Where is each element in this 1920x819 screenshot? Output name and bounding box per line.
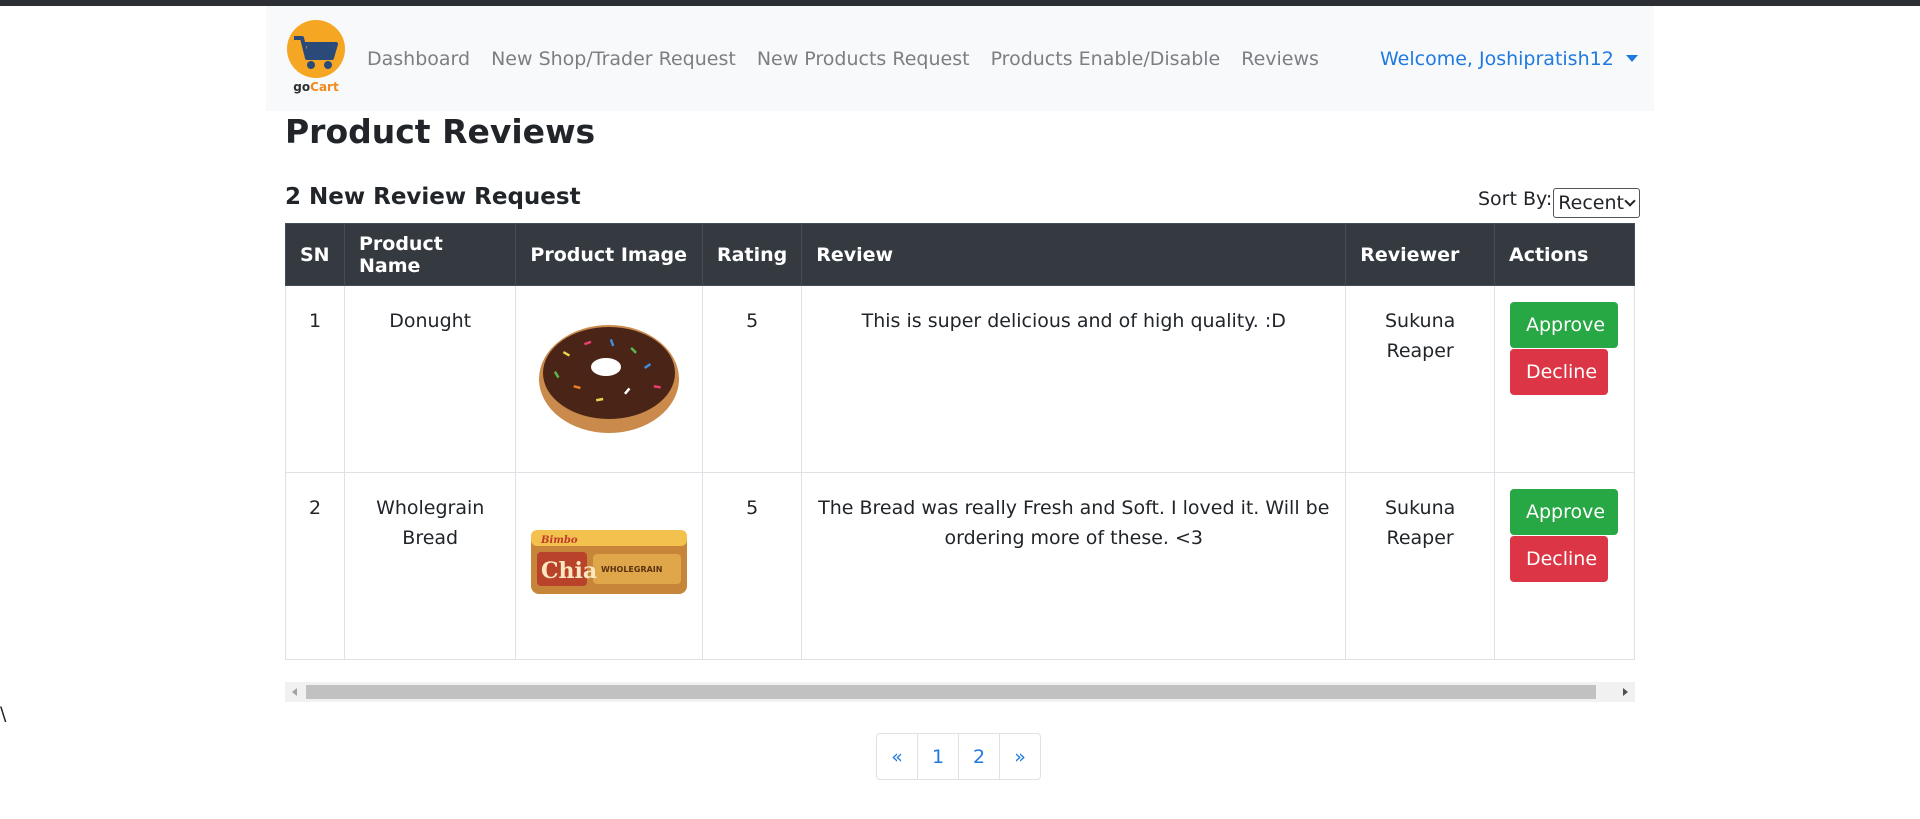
cell-product-image [515,285,704,473]
cell-rating: 5 [702,472,803,660]
horizontal-scrollbar[interactable] [285,682,1635,702]
page-previous[interactable]: « [876,733,918,780]
decline-button[interactable]: Decline [1509,349,1608,395]
cell-sn: 2 [285,472,345,660]
table-row: 1 Donught 5 This is super delicious and … [285,285,1636,473]
nav-link-dashboard[interactable]: Dashboard [367,48,470,70]
header-sn: SN [285,223,345,286]
donut-image [539,324,680,433]
gocart-logo[interactable]: goCart [286,20,346,98]
cell-sn: 1 [285,285,345,473]
bread-label-text: Chia [541,558,597,584]
stray-backslash-text: \ [0,703,7,725]
nav-link-products-enable-disable[interactable]: Products Enable/Disable [991,48,1221,70]
cell-product-name: Wholegrain Bread [343,472,517,660]
cell-product-name: Donught [343,285,517,473]
page-next[interactable]: » [999,733,1041,780]
decline-button[interactable]: Decline [1509,536,1608,582]
table-row: 2 Wholegrain Bread Bimbo Chia WHOLEGRAIN… [285,472,1636,660]
navbar: goCart Dashboard New Shop/Trader Request… [266,6,1654,111]
page-title: Product Reviews [285,112,596,151]
sort-select[interactable]: Recent [1553,188,1641,218]
review-count-heading: 2 New Review Request [285,184,581,210]
scroll-left-arrow-icon[interactable] [292,688,297,696]
chevron-down-icon [1624,195,1636,207]
welcome-text: Welcome, Joshipratish12 [1380,47,1614,70]
bread-image: Bimbo Chia WHOLEGRAIN [531,529,688,594]
bread-brand-text: Bimbo [540,535,578,546]
header-product-name: Product Name [343,223,517,286]
header-rating: Rating [702,223,803,286]
cell-actions: Approve Decline [1493,285,1636,473]
nav-links: Dashboard New Shop/Trader Request New Pr… [367,6,1340,111]
page-1[interactable]: 1 [917,733,959,780]
header-product-image: Product Image [515,223,704,286]
cell-reviewer: Sukuna Reaper [1345,472,1495,660]
scrollbar-thumb[interactable] [306,685,1596,699]
approve-button[interactable]: Approve [1509,489,1618,535]
caret-down-icon [1625,55,1638,62]
cart-icon [294,36,338,69]
cell-review: This is super delicious and of high qual… [801,285,1347,473]
table-header-row: SN Product Name Product Image Rating Rev… [285,223,1636,286]
nav-link-reviews[interactable]: Reviews [1241,48,1319,70]
sort-selected-value: Recent [1558,192,1624,214]
nav-link-shop-trader-request[interactable]: New Shop/Trader Request [491,48,736,70]
reviews-table: SN Product Name Product Image Rating Rev… [285,223,1636,660]
user-dropdown[interactable]: Welcome, Joshipratish12 [1380,6,1638,111]
approve-button[interactable]: Approve [1509,302,1618,348]
page-2[interactable]: 2 [958,733,1000,780]
header-reviewer: Reviewer [1345,223,1495,286]
sort-label: Sort By: [1478,188,1553,210]
scroll-right-arrow-icon[interactable] [1623,688,1628,696]
header-review: Review [801,223,1347,286]
nav-link-new-products-request[interactable]: New Products Request [757,48,970,70]
logo-text-go: go [293,80,311,94]
header-actions: Actions [1493,223,1636,286]
cell-actions: Approve Decline [1493,472,1636,660]
cell-reviewer: Sukuna Reaper [1345,285,1495,473]
cell-product-image: Bimbo Chia WHOLEGRAIN [515,472,704,660]
bread-sublabel-text: WHOLEGRAIN [601,565,662,574]
logo-text-cart: Cart [310,80,339,94]
sort-control: Sort By: Recent [1478,188,1641,218]
cell-rating: 5 [702,285,803,473]
cell-review: The Bread was really Fresh and Soft. I l… [801,472,1347,660]
pagination: « 1 2 » [876,733,1041,780]
logo-text: goCart [286,80,346,94]
